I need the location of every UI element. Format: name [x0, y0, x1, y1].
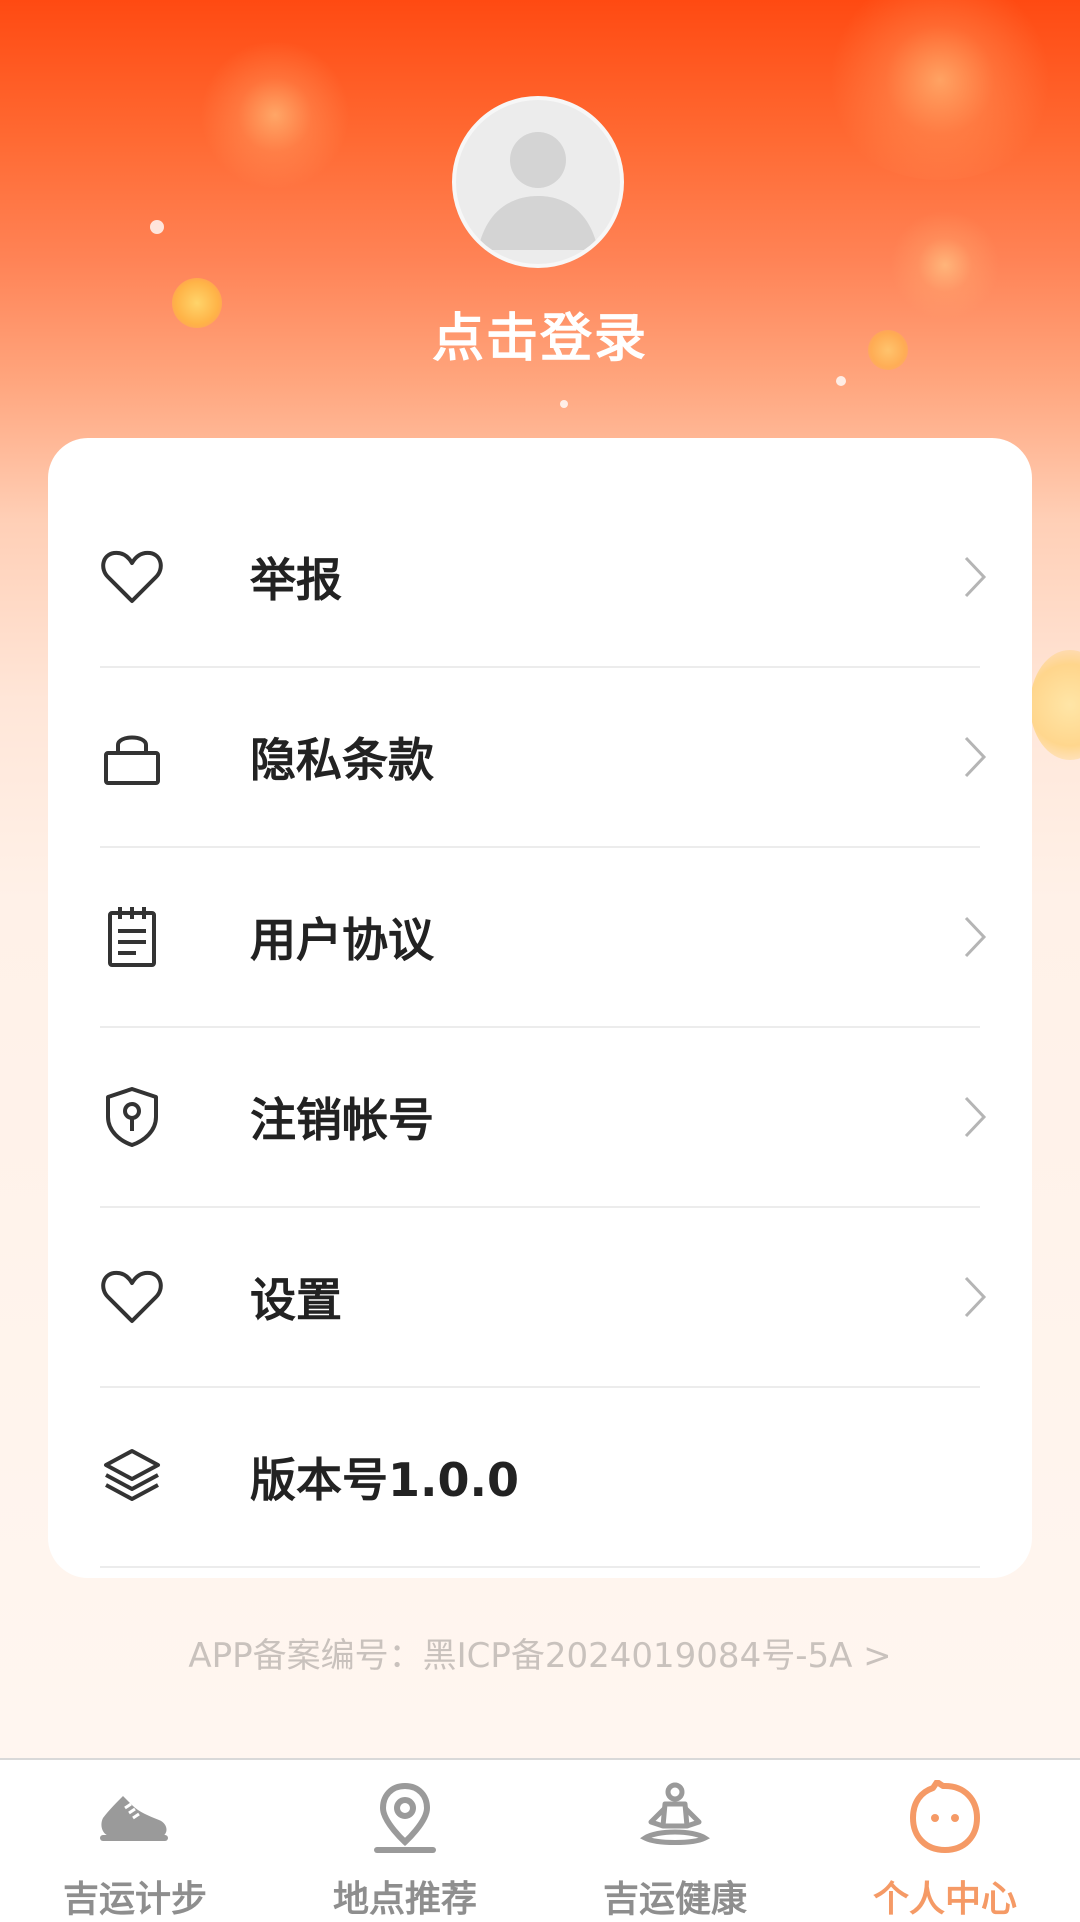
menu-item-label: 举报: [250, 553, 342, 607]
chevron-right-icon: [964, 1096, 987, 1138]
tab-place-recommend[interactable]: 地点推荐: [270, 1760, 540, 1922]
tab-label: 个人中心: [872, 1879, 1017, 1920]
chevron-right-icon: [964, 916, 987, 958]
user-silhouette-icon: [478, 132, 598, 250]
sparkle-decoration: [560, 400, 568, 408]
menu-item-label: 用户协议: [250, 913, 434, 967]
tab-health[interactable]: 吉运健康: [540, 1760, 810, 1922]
sparkle-decoration: [150, 220, 164, 234]
menu-item-label: 注销帐号: [250, 1093, 434, 1147]
login-prompt[interactable]: 点击登录: [0, 296, 1080, 371]
tab-label: 地点推荐: [332, 1879, 477, 1920]
menu-item-label: 设置: [250, 1273, 342, 1327]
shield-key-icon: [106, 1087, 158, 1147]
menu-card: 举报 隐私条款 用户协议 注销帐号 设置 版本号1.0.0: [48, 438, 1032, 1578]
heart-icon: [101, 550, 163, 603]
layers-icon: [104, 1449, 160, 1501]
menu-item-label: 版本号1.0.0: [250, 1453, 519, 1507]
heart-icon: [101, 1270, 163, 1323]
smiley-face-icon: [910, 1780, 980, 1853]
menu-item-label: 隐私条款: [250, 733, 434, 787]
location-pin-icon: [374, 1782, 436, 1853]
sparkle-decoration: [836, 376, 846, 386]
tab-profile[interactable]: 个人中心: [810, 1760, 1080, 1922]
icp-record-link[interactable]: APP备案编号：黑ICP备2024019084号-5A >: [0, 1628, 1080, 1677]
menu-item-settings[interactable]: 设置: [100, 1208, 987, 1388]
chevron-right-icon: [964, 556, 987, 598]
tab-label: 吉运健康: [602, 1879, 747, 1920]
chevron-right-icon: [964, 736, 987, 778]
menu-item-user-agreement[interactable]: 用户协议: [100, 848, 987, 1028]
meditation-icon: [640, 1782, 710, 1845]
lock-icon: [104, 735, 160, 785]
menu-item-privacy[interactable]: 隐私条款: [100, 668, 987, 848]
notepad-icon: [108, 907, 156, 967]
tab-step-counter[interactable]: 吉运计步: [0, 1760, 270, 1922]
bottom-tab-bar: 吉运计步 地点推荐 吉运健康 个人中心: [0, 1758, 1080, 1922]
sneaker-icon: [100, 1796, 168, 1841]
firework-decoration: [200, 40, 350, 190]
menu-item-report[interactable]: 举报: [100, 488, 987, 668]
tab-label: 吉运计步: [62, 1879, 207, 1920]
avatar[interactable]: [452, 96, 624, 268]
chevron-right-icon: [964, 1276, 987, 1318]
menu-item-version: 版本号1.0.0: [100, 1388, 980, 1568]
menu-item-delete-account[interactable]: 注销帐号: [100, 1028, 987, 1208]
